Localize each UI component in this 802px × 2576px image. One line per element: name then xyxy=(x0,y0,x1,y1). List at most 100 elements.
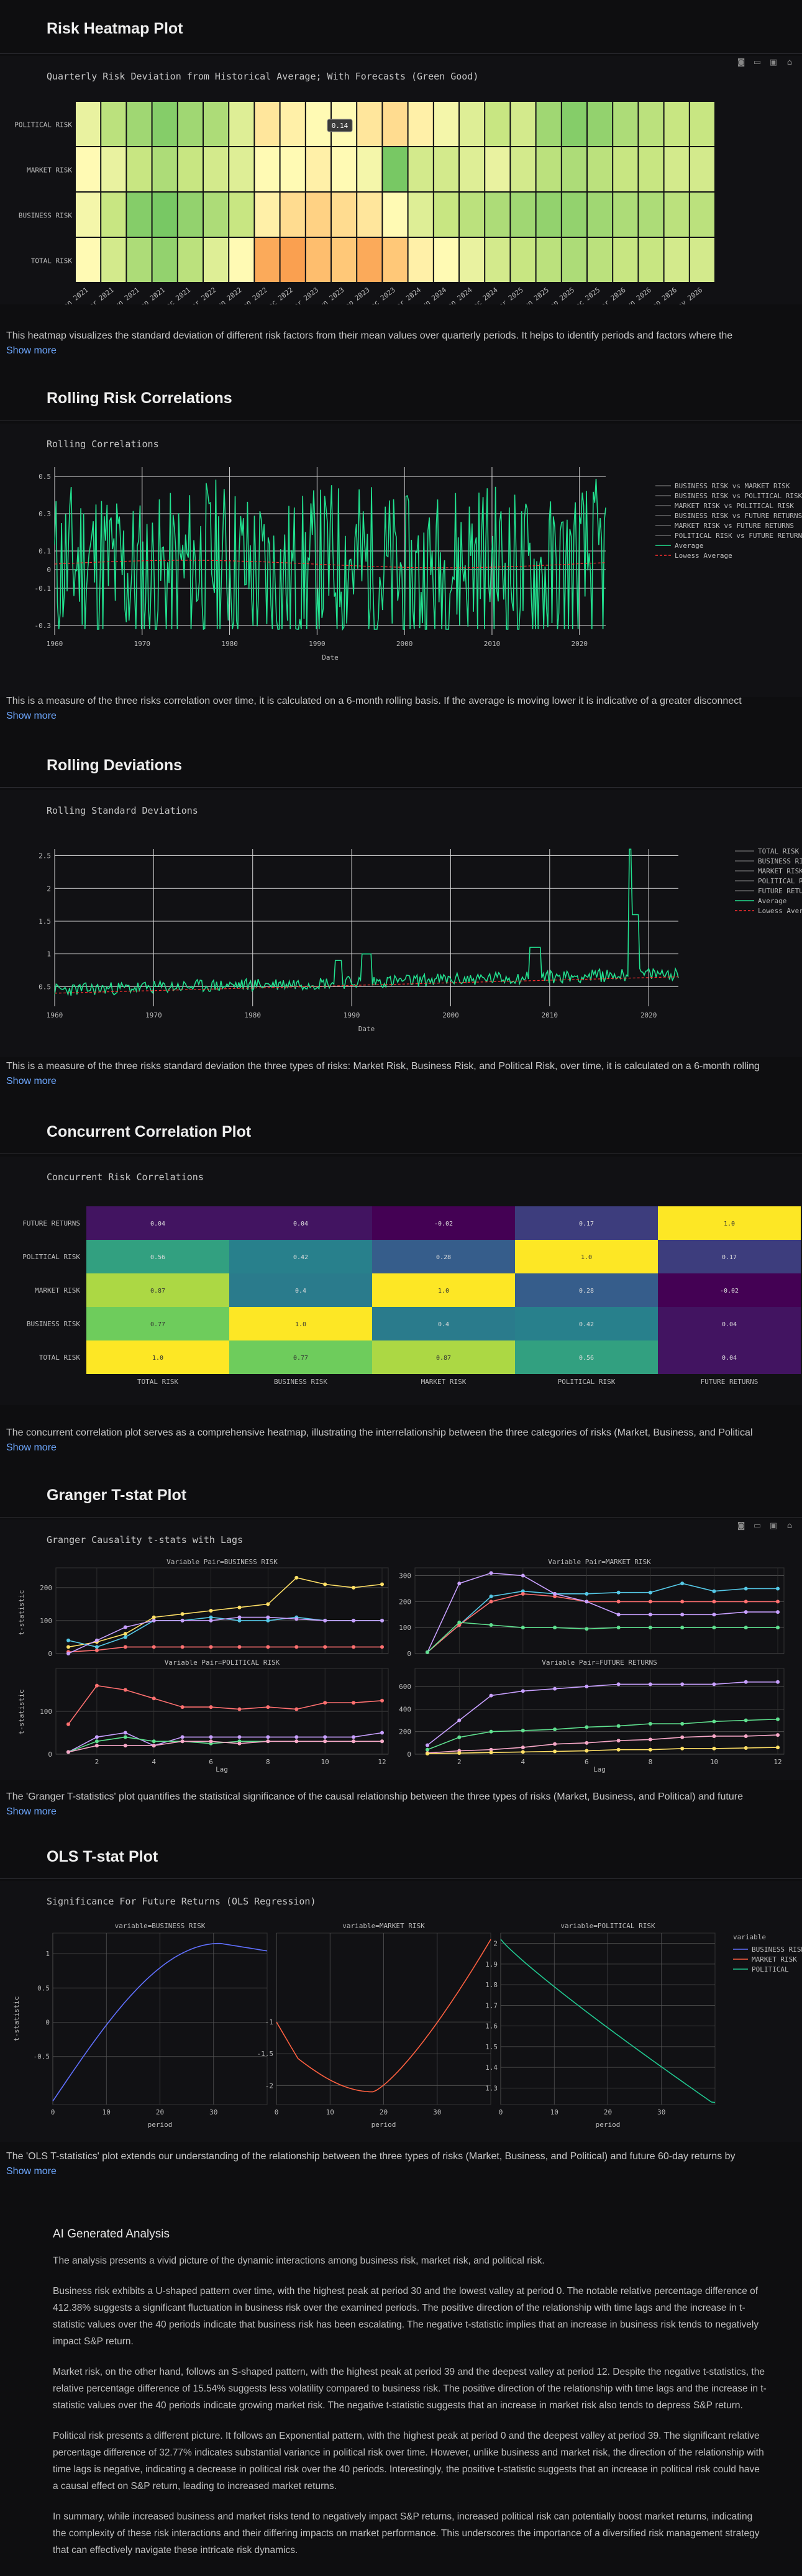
x-tick-label: 1980 xyxy=(221,640,238,648)
heatmap-cell xyxy=(434,102,458,146)
granger-figure: ◙ ▭ ▣ ⌂ Granger Causality t-stats with L… xyxy=(0,1519,802,1780)
heatmap-cell xyxy=(434,147,458,191)
heatmap-col-label: Sep 2022 xyxy=(238,286,269,304)
divider xyxy=(0,53,802,54)
heatmap-show-more-link[interactable]: Show more xyxy=(6,345,57,357)
series-point xyxy=(616,1600,621,1604)
ols-plot[interactable]: variable=BUSINESS RISK10.50-0.50 10 20 30pe… xyxy=(0,1881,802,2142)
ai-paragraph: The analysis presents a vivid picture of… xyxy=(53,2255,545,2266)
heatmap-cell xyxy=(152,147,177,191)
series-point xyxy=(616,1590,621,1595)
series-point xyxy=(237,1741,242,1745)
series-point xyxy=(648,1600,652,1604)
legend-label: BUSINESS RISK vs MARKET RISK xyxy=(675,482,790,490)
concurrent-show-more-link[interactable]: Show more xyxy=(6,1442,57,1454)
rolling-dev-show-more-link[interactable]: Show more xyxy=(6,1076,57,1087)
series-point xyxy=(352,1701,356,1705)
ols-show-more-link[interactable]: Show more xyxy=(6,2166,57,2177)
series-point xyxy=(776,1610,780,1614)
divider xyxy=(0,1517,802,1518)
heatmap-cell xyxy=(306,102,330,146)
series-point xyxy=(94,1739,99,1744)
rolling-dev-plot[interactable]: 2.5 2 1.5 1 0.5 1960 1970 1980 1990 2000 2010 2020 D… xyxy=(0,790,802,1057)
heatmap-cell xyxy=(383,193,408,237)
heatmap-cell xyxy=(562,147,586,191)
series-point xyxy=(712,1734,716,1738)
granger-plot[interactable]: Variable Pair=BUSINESS RISK0100200Variab… xyxy=(0,1519,802,1780)
rolling-corr-plot[interactable]: 0.5 0.3 0.1 0 -0.1 -0.3 1960 1970 1980 1990 2000 20… xyxy=(0,424,802,697)
series-point xyxy=(616,1613,621,1617)
col-label: BUSINESS RISK xyxy=(274,1378,327,1386)
correlation-cell-label: 0.04 xyxy=(722,1321,737,1328)
correlation-cell-label: 0.04 xyxy=(722,1355,737,1362)
x-tick-label: 2010 xyxy=(542,1011,558,1019)
y-tick-label: 300 xyxy=(399,1572,411,1580)
heatmap-col-label: Dec 2021 xyxy=(161,286,192,304)
heatmap-col-label: Jun 2026 xyxy=(622,286,653,304)
series-point xyxy=(521,1745,525,1750)
heatmap-cell xyxy=(460,147,485,191)
x-tick-label: 20 xyxy=(156,2108,164,2116)
series-point xyxy=(680,1682,685,1686)
series-point xyxy=(680,1582,685,1586)
y-tick-label: 1 xyxy=(47,950,51,958)
series-point xyxy=(616,1682,621,1686)
series-point xyxy=(744,1680,748,1684)
x-tick-label: 1960 xyxy=(47,1011,63,1019)
series-point xyxy=(352,1735,356,1739)
row-label: BUSINESS RISK xyxy=(27,1320,80,1328)
heatmap-cell xyxy=(255,102,280,146)
heatmap-cell xyxy=(76,238,101,282)
series-point xyxy=(553,1742,557,1746)
heatmap-cell xyxy=(178,238,203,282)
y-tick-label: -0.5 xyxy=(34,2053,50,2061)
y-tick-label: 1.7 xyxy=(485,2001,498,2009)
x-tick-label: 30 xyxy=(657,2108,665,2116)
correlation-cell-label: 0.28 xyxy=(579,1288,594,1295)
rolling-corr-show-more-link[interactable]: Show more xyxy=(6,711,57,722)
series-point xyxy=(776,1745,780,1750)
col-label: TOTAL RISK xyxy=(137,1378,179,1386)
ai-paragraph: Market risk, on the other hand, follows … xyxy=(53,2367,767,2411)
series-point xyxy=(521,1750,525,1754)
ai-paragraph: In summary, while increased business and… xyxy=(53,2511,760,2556)
correlation-cell-label: 1.0 xyxy=(438,1288,449,1295)
heatmap-cell xyxy=(460,193,485,237)
x-tick-label: 10 xyxy=(321,1758,329,1766)
heatmap-col-label: Mar 2021 xyxy=(84,286,116,304)
x-tick-label: 8 xyxy=(649,1758,653,1766)
legend-label: BUSINESS RISK xyxy=(752,1946,802,1954)
concurrent-plot[interactable]: 0.04 0.04 -0.02 0.17 1.0 FUTURE RETURNS 0.56 0.… xyxy=(0,1157,802,1405)
series-point xyxy=(680,1600,685,1604)
x-axis-label: period xyxy=(596,2121,621,2129)
heatmap-cell xyxy=(280,193,305,237)
series-point xyxy=(123,1735,127,1739)
y-tick-label: 100 xyxy=(399,1624,411,1632)
series-point xyxy=(237,1735,242,1739)
y-tick-label: 1.5 xyxy=(485,2043,498,2051)
series-point xyxy=(266,1602,270,1606)
series-point xyxy=(776,1586,780,1591)
y-tick-label: 0.5 xyxy=(39,473,51,481)
heatmap-row-label: MARKET RISK xyxy=(27,166,72,175)
series-point xyxy=(680,1613,685,1617)
series-point xyxy=(680,1626,685,1630)
legend-label: POLITICAL RISK xyxy=(758,877,802,885)
x-tick-label: 30 xyxy=(209,2108,217,2116)
legend-title: variable xyxy=(733,1933,766,1941)
heatmap-cell xyxy=(639,147,663,191)
heatmap-row-label: TOTAL RISK xyxy=(31,257,73,265)
series-point xyxy=(680,1746,685,1750)
series-point xyxy=(489,1571,493,1575)
series-point xyxy=(209,1615,213,1619)
ols-section-title: OLS T-stat Plot xyxy=(47,1848,158,1865)
series-point xyxy=(152,1696,156,1701)
heatmap-cell xyxy=(255,238,280,282)
granger-show-more-link[interactable]: Show more xyxy=(6,1806,57,1818)
heatmap-col-label: Mar 2022 xyxy=(187,286,218,304)
series-point xyxy=(180,1645,185,1649)
series-point xyxy=(426,1747,429,1752)
rolling-corr-figure: Rolling Correlations 0.5 0.3 0.1 0 -0.1 -0.3 1… xyxy=(0,424,802,697)
heatmap-plot[interactable]: POLITICAL RISK MARKET RISK BUSINESS RISK TO… xyxy=(0,56,802,304)
x-axis-label: period xyxy=(148,2121,173,2129)
